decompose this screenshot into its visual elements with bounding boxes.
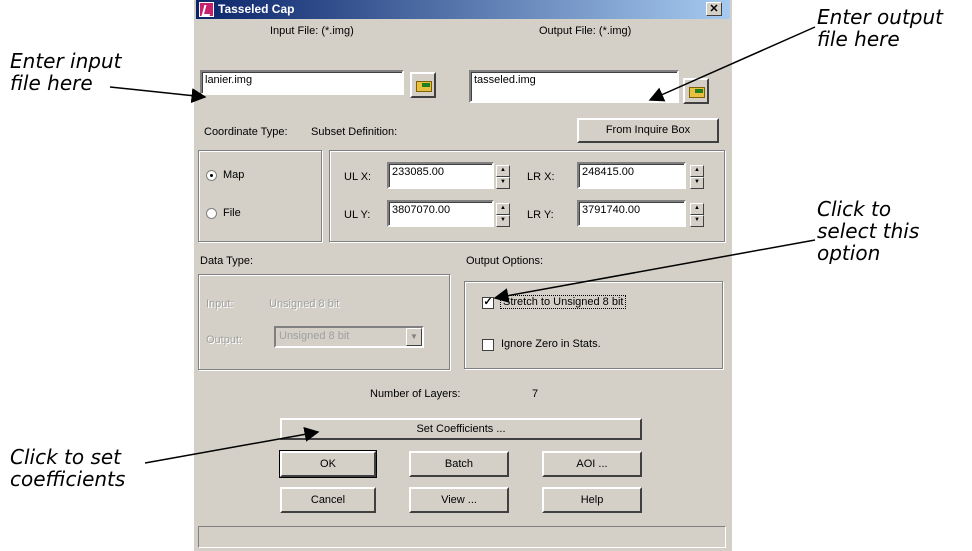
- subset-definition-label: Subset Definition:: [311, 126, 398, 138]
- view-button[interactable]: View ...: [409, 487, 509, 513]
- close-icon: ✕: [709, 3, 719, 15]
- chevron-down-icon[interactable]: ▼: [406, 328, 422, 346]
- lrx-spinner[interactable]: ▲ ▼: [690, 165, 704, 189]
- output-file-browse-button[interactable]: [683, 78, 709, 104]
- batch-label: Batch: [444, 458, 474, 470]
- input-type-value: Unsigned 8 bit: [269, 298, 340, 310]
- ignore-zero-checkbox-label[interactable]: Ignore Zero in Stats.: [501, 338, 601, 350]
- ok-label: OK: [320, 458, 336, 470]
- aoi-button[interactable]: AOI ...: [542, 451, 642, 477]
- cancel-button[interactable]: Cancel: [280, 487, 376, 513]
- help-label: Help: [580, 494, 604, 506]
- app-icon: [199, 2, 214, 17]
- ignore-zero-checkbox[interactable]: [482, 339, 494, 351]
- dialog-title: Tasseled Cap: [218, 2, 295, 16]
- ok-button[interactable]: OK: [279, 450, 377, 478]
- radio-map-label[interactable]: Map: [223, 169, 244, 181]
- lry-label: LR Y:: [527, 209, 554, 221]
- lrx-field[interactable]: 248415.00: [577, 162, 686, 189]
- num-layers-label: Number of Layers:: [370, 388, 461, 400]
- arrow-input: [109, 86, 207, 104]
- stretch-checkbox-label[interactable]: Stretch to Unsigned 8 bit: [499, 295, 627, 309]
- radio-file[interactable]: [206, 208, 217, 219]
- callout-option: Click to select this option: [817, 197, 920, 265]
- title-bar[interactable]: Tasseled Cap ✕: [196, 0, 730, 19]
- output-type-value: Unsigned 8 bit: [279, 330, 350, 342]
- from-inquire-box-button[interactable]: From Inquire Box: [577, 118, 719, 143]
- view-label: View ...: [441, 494, 477, 506]
- ulx-spinner[interactable]: ▲ ▼: [496, 165, 510, 189]
- coordinate-type-label: Coordinate Type:: [204, 126, 288, 138]
- aoi-label: AOI ...: [576, 458, 608, 470]
- radio-file-label[interactable]: File: [223, 207, 241, 219]
- lrx-label: LR X:: [527, 171, 555, 183]
- output-file-label: Output File: (*.img): [539, 25, 632, 37]
- output-type-label: Output:: [206, 334, 243, 346]
- callout-output: Enter output file here: [817, 5, 944, 51]
- callout-input: Enter input file here: [10, 49, 122, 95]
- input-type-label: Input:: [206, 298, 234, 310]
- callout-coefficients: Click to set coefficients: [10, 445, 126, 491]
- help-button[interactable]: Help: [542, 487, 642, 513]
- num-layers-value: 7: [532, 388, 539, 400]
- output-file-field[interactable]: tasseled.img: [469, 70, 679, 103]
- uly-spinner[interactable]: ▲ ▼: [496, 203, 510, 227]
- input-file-field[interactable]: lanier.img: [200, 70, 404, 95]
- input-file-label: Input File: (*.img): [270, 25, 354, 37]
- arrow-icon: [422, 83, 430, 87]
- uly-label: UL Y:: [344, 209, 371, 221]
- lry-field[interactable]: 3791740.00: [577, 200, 686, 227]
- set-coefficients-label: Set Coefficients ...: [416, 423, 506, 435]
- uly-field[interactable]: 3807070.00: [387, 200, 494, 227]
- status-bar: [198, 526, 726, 548]
- tasseled-cap-dialog: Tasseled Cap ✕ Input File: (*.img) Outpu…: [194, 0, 732, 551]
- lry-spinner[interactable]: ▲ ▼: [690, 203, 704, 227]
- coordinate-type-group: [198, 150, 322, 242]
- arrow-icon: [695, 89, 703, 93]
- close-button[interactable]: ✕: [706, 2, 722, 16]
- output-type-select[interactable]: Unsigned 8 bit ▼: [274, 326, 424, 348]
- stretch-checkbox[interactable]: ✓: [482, 297, 494, 309]
- batch-button[interactable]: Batch: [409, 451, 509, 477]
- data-type-group: [198, 274, 450, 370]
- ulx-label: UL X:: [344, 171, 372, 183]
- radio-map[interactable]: [206, 170, 217, 181]
- input-file-browse-button[interactable]: [410, 72, 436, 98]
- cancel-label: Cancel: [310, 494, 346, 506]
- output-options-group: [464, 281, 723, 369]
- from-inquire-box-label: From Inquire Box: [605, 124, 691, 136]
- set-coefficients-button[interactable]: Set Coefficients ...: [280, 418, 642, 440]
- ulx-field[interactable]: 233085.00: [387, 162, 494, 189]
- output-options-label: Output Options:: [466, 255, 544, 267]
- data-type-label: Data Type:: [200, 255, 253, 267]
